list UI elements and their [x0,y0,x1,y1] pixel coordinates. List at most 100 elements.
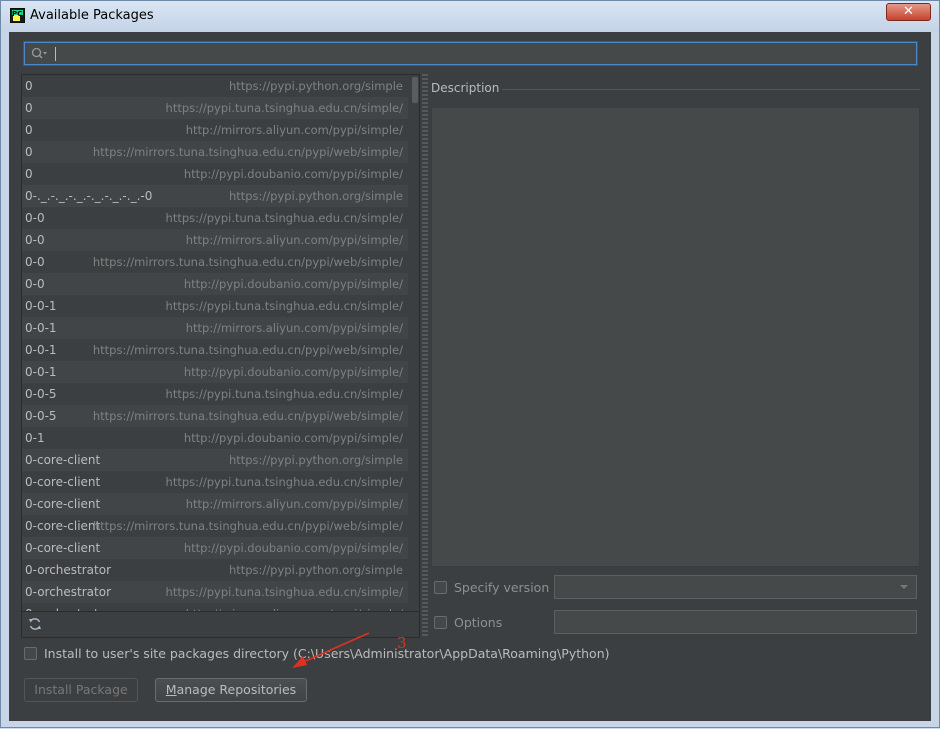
package-name: 0 [25,101,33,115]
package-row[interactable]: 0-core-client https://pypi.tuna.tsinghua.… [22,471,408,493]
package-name: 0-0-5 [25,387,57,401]
title-bar: PC Available Packages ✕ [1,1,939,31]
package-row[interactable]: 0-0 http://mirrors.aliyun.com/pypi/simple… [22,229,408,251]
package-name: 0-0-1 [25,299,57,313]
package-repository: https://pypi.tuna.tsinghua.edu.cn/simple… [165,101,403,115]
scrollbar-thumb[interactable] [412,77,418,103]
description-label: Description [431,81,500,95]
package-row[interactable]: 0-0-1 http://mirrors.aliyun.com/pypi/simp… [22,317,408,339]
install-user-site-label: Install to user's site packages director… [44,646,610,661]
package-name: 0-0 [25,255,45,269]
package-repository: https://mirrors.tuna.tsinghua.edu.cn/pyp… [92,145,403,159]
package-name: 0-0 [25,211,45,225]
install-package-button[interactable]: Install Package [24,678,138,702]
package-row[interactable]: 0-0-1 http://pypi.doubanio.com/pypi/simpl… [22,361,408,383]
panel-splitter[interactable] [422,74,428,638]
package-repository: https://pypi.tuna.tsinghua.edu.cn/simple… [165,387,403,401]
refresh-icon[interactable] [28,617,42,631]
manage-repositories-button[interactable]: Manage Repositories [155,678,307,702]
window-title: Available Packages [30,8,154,23]
package-row[interactable]: 0-._.-._.-._.-._.-._.-._.-0 https://pypi.… [22,185,408,207]
package-list-rows: 0 https://pypi.python.org/simple 0 https://… [22,75,408,611]
package-repository: https://pypi.tuna.tsinghua.edu.cn/simple… [165,299,403,313]
package-name: 0 [25,123,33,137]
package-repository: https://mirrors.tuna.tsinghua.edu.cn/pyp… [92,255,403,269]
package-row[interactable]: 0 http://pypi.doubanio.com/pypi/simple/ [22,163,408,185]
search-icon[interactable] [31,47,47,61]
options-input[interactable] [554,610,917,634]
package-repository: http://pypi.doubanio.com/pypi/simple/ [183,431,403,445]
package-name: 0-0-1 [25,343,57,357]
package-repository: http://pypi.doubanio.com/pypi/simple/ [183,277,403,291]
package-repository: http://mirrors.aliyun.com/pypi/simple/ [185,497,403,511]
package-name: 0-1 [25,431,45,445]
package-repository: https://pypi.python.org/simple [228,453,403,467]
package-repository: http://mirrors.aliyun.com/pypi/simple/ [185,321,403,335]
package-row[interactable]: 0-orchestrator https://pypi.python.org/si… [22,559,408,581]
package-row[interactable]: 0-core-client http://pypi.doubanio.com/py… [22,537,408,559]
package-name: 0-0 [25,277,45,291]
close-button[interactable]: ✕ [886,3,931,21]
package-repository: https://mirrors.tuna.tsinghua.edu.cn/pyp… [92,409,403,423]
package-name: 0 [25,167,33,181]
package-row[interactable]: 0-1 http://pypi.doubanio.com/pypi/simple/ [22,427,408,449]
options-label: Options [454,615,503,630]
package-row[interactable]: 0 http://mirrors.aliyun.com/pypi/simple/ [22,119,408,141]
package-row[interactable]: 0-orchestrator http://mirrors.aliyun.com/… [22,603,408,611]
package-row[interactable]: 0-0-5 https://mirrors.tuna.tsinghua.edu.c… [22,405,408,427]
annotation-number: 3 [397,634,407,652]
package-name: 0-core-client [25,497,101,511]
list-scrollbar[interactable] [411,75,419,611]
package-name: 0-core-client [25,475,101,489]
package-row[interactable]: 0-0 https://mirrors.tuna.tsinghua.edu.cn/… [22,251,408,273]
package-row[interactable]: 0 https://pypi.python.org/simple [22,75,408,97]
package-name: 0-core-client [25,541,101,555]
description-separator [502,89,920,90]
package-name: 0 [25,79,33,93]
package-repository: https://pypi.tuna.tsinghua.edu.cn/simple… [165,585,403,599]
chevron-down-icon [900,585,908,589]
package-row[interactable]: 0 https://pypi.tuna.tsinghua.edu.cn/simpl… [22,97,408,119]
package-repository: https://pypi.tuna.tsinghua.edu.cn/simple… [165,475,403,489]
package-row[interactable]: 0-core-client https://mirrors.tuna.tsingh… [22,515,408,537]
specify-version-checkbox[interactable] [434,581,447,594]
package-name: 0-._.-._.-._.-._.-._.-._.-0 [25,189,153,203]
package-row[interactable]: 0-0-5 https://pypi.tuna.tsinghua.edu.cn/s… [22,383,408,405]
package-repository: http://mirrors.aliyun.com/pypi/simple/ [185,123,403,137]
package-row[interactable]: 0-orchestrator https://pypi.tuna.tsinghua… [22,581,408,603]
package-name: 0-orchestrator [25,603,111,611]
manage-repositories-label: anage Repositories [176,682,297,697]
package-row[interactable]: 0 https://mirrors.tuna.tsinghua.edu.cn/py… [22,141,408,163]
package-name: 0-0-5 [25,409,57,423]
specify-version-label: Specify version [454,580,550,595]
package-row[interactable]: 0-core-client http://mirrors.aliyun.com/p… [22,493,408,515]
package-name: 0-0-1 [25,321,57,335]
text-caret [55,47,56,61]
search-input[interactable] [24,42,917,65]
package-row[interactable]: 0-0 https://pypi.tuna.tsinghua.edu.cn/sim… [22,207,408,229]
package-row[interactable]: 0-0-1 https://pypi.tuna.tsinghua.edu.cn/s… [22,295,408,317]
package-name: 0 [25,145,33,159]
package-name: 0-core-client [25,519,101,533]
description-panel [431,107,920,567]
package-repository: https://mirrors.tuna.tsinghua.edu.cn/pyp… [92,519,403,533]
package-row[interactable]: 0-0 http://pypi.doubanio.com/pypi/simple/ [22,273,408,295]
version-select[interactable] [554,575,917,599]
package-name: 0-orchestrator [25,585,112,599]
package-row[interactable]: 0-core-client https://pypi.python.org/sim… [22,449,408,471]
package-list[interactable]: 0 https://pypi.python.org/simple 0 https://… [21,74,420,612]
pycharm-icon: PC [10,8,25,23]
package-repository: http://mirrors.aliyun.com/pypi/simple/ [185,233,403,247]
install-user-site-checkbox[interactable] [24,647,37,660]
list-toolbar [21,612,420,638]
available-packages-window: PC Available Packages ✕ 0 https://pypi.py… [0,0,940,728]
package-name: 0-core-client [25,453,101,467]
package-repository: http://pypi.doubanio.com/pypi/simple/ [183,365,403,379]
options-checkbox[interactable] [434,616,447,629]
package-repository: http://pypi.doubanio.com/pypi/simple/ [183,167,403,181]
package-name: 0-0 [25,233,45,247]
package-name: 0-0-1 [25,365,57,379]
package-repository: http://pypi.doubanio.com/pypi/simple/ [183,541,403,555]
dialog-content: 0 https://pypi.python.org/simple 0 https://… [9,32,931,721]
package-row[interactable]: 0-0-1 https://mirrors.tuna.tsinghua.edu.c… [22,339,408,361]
